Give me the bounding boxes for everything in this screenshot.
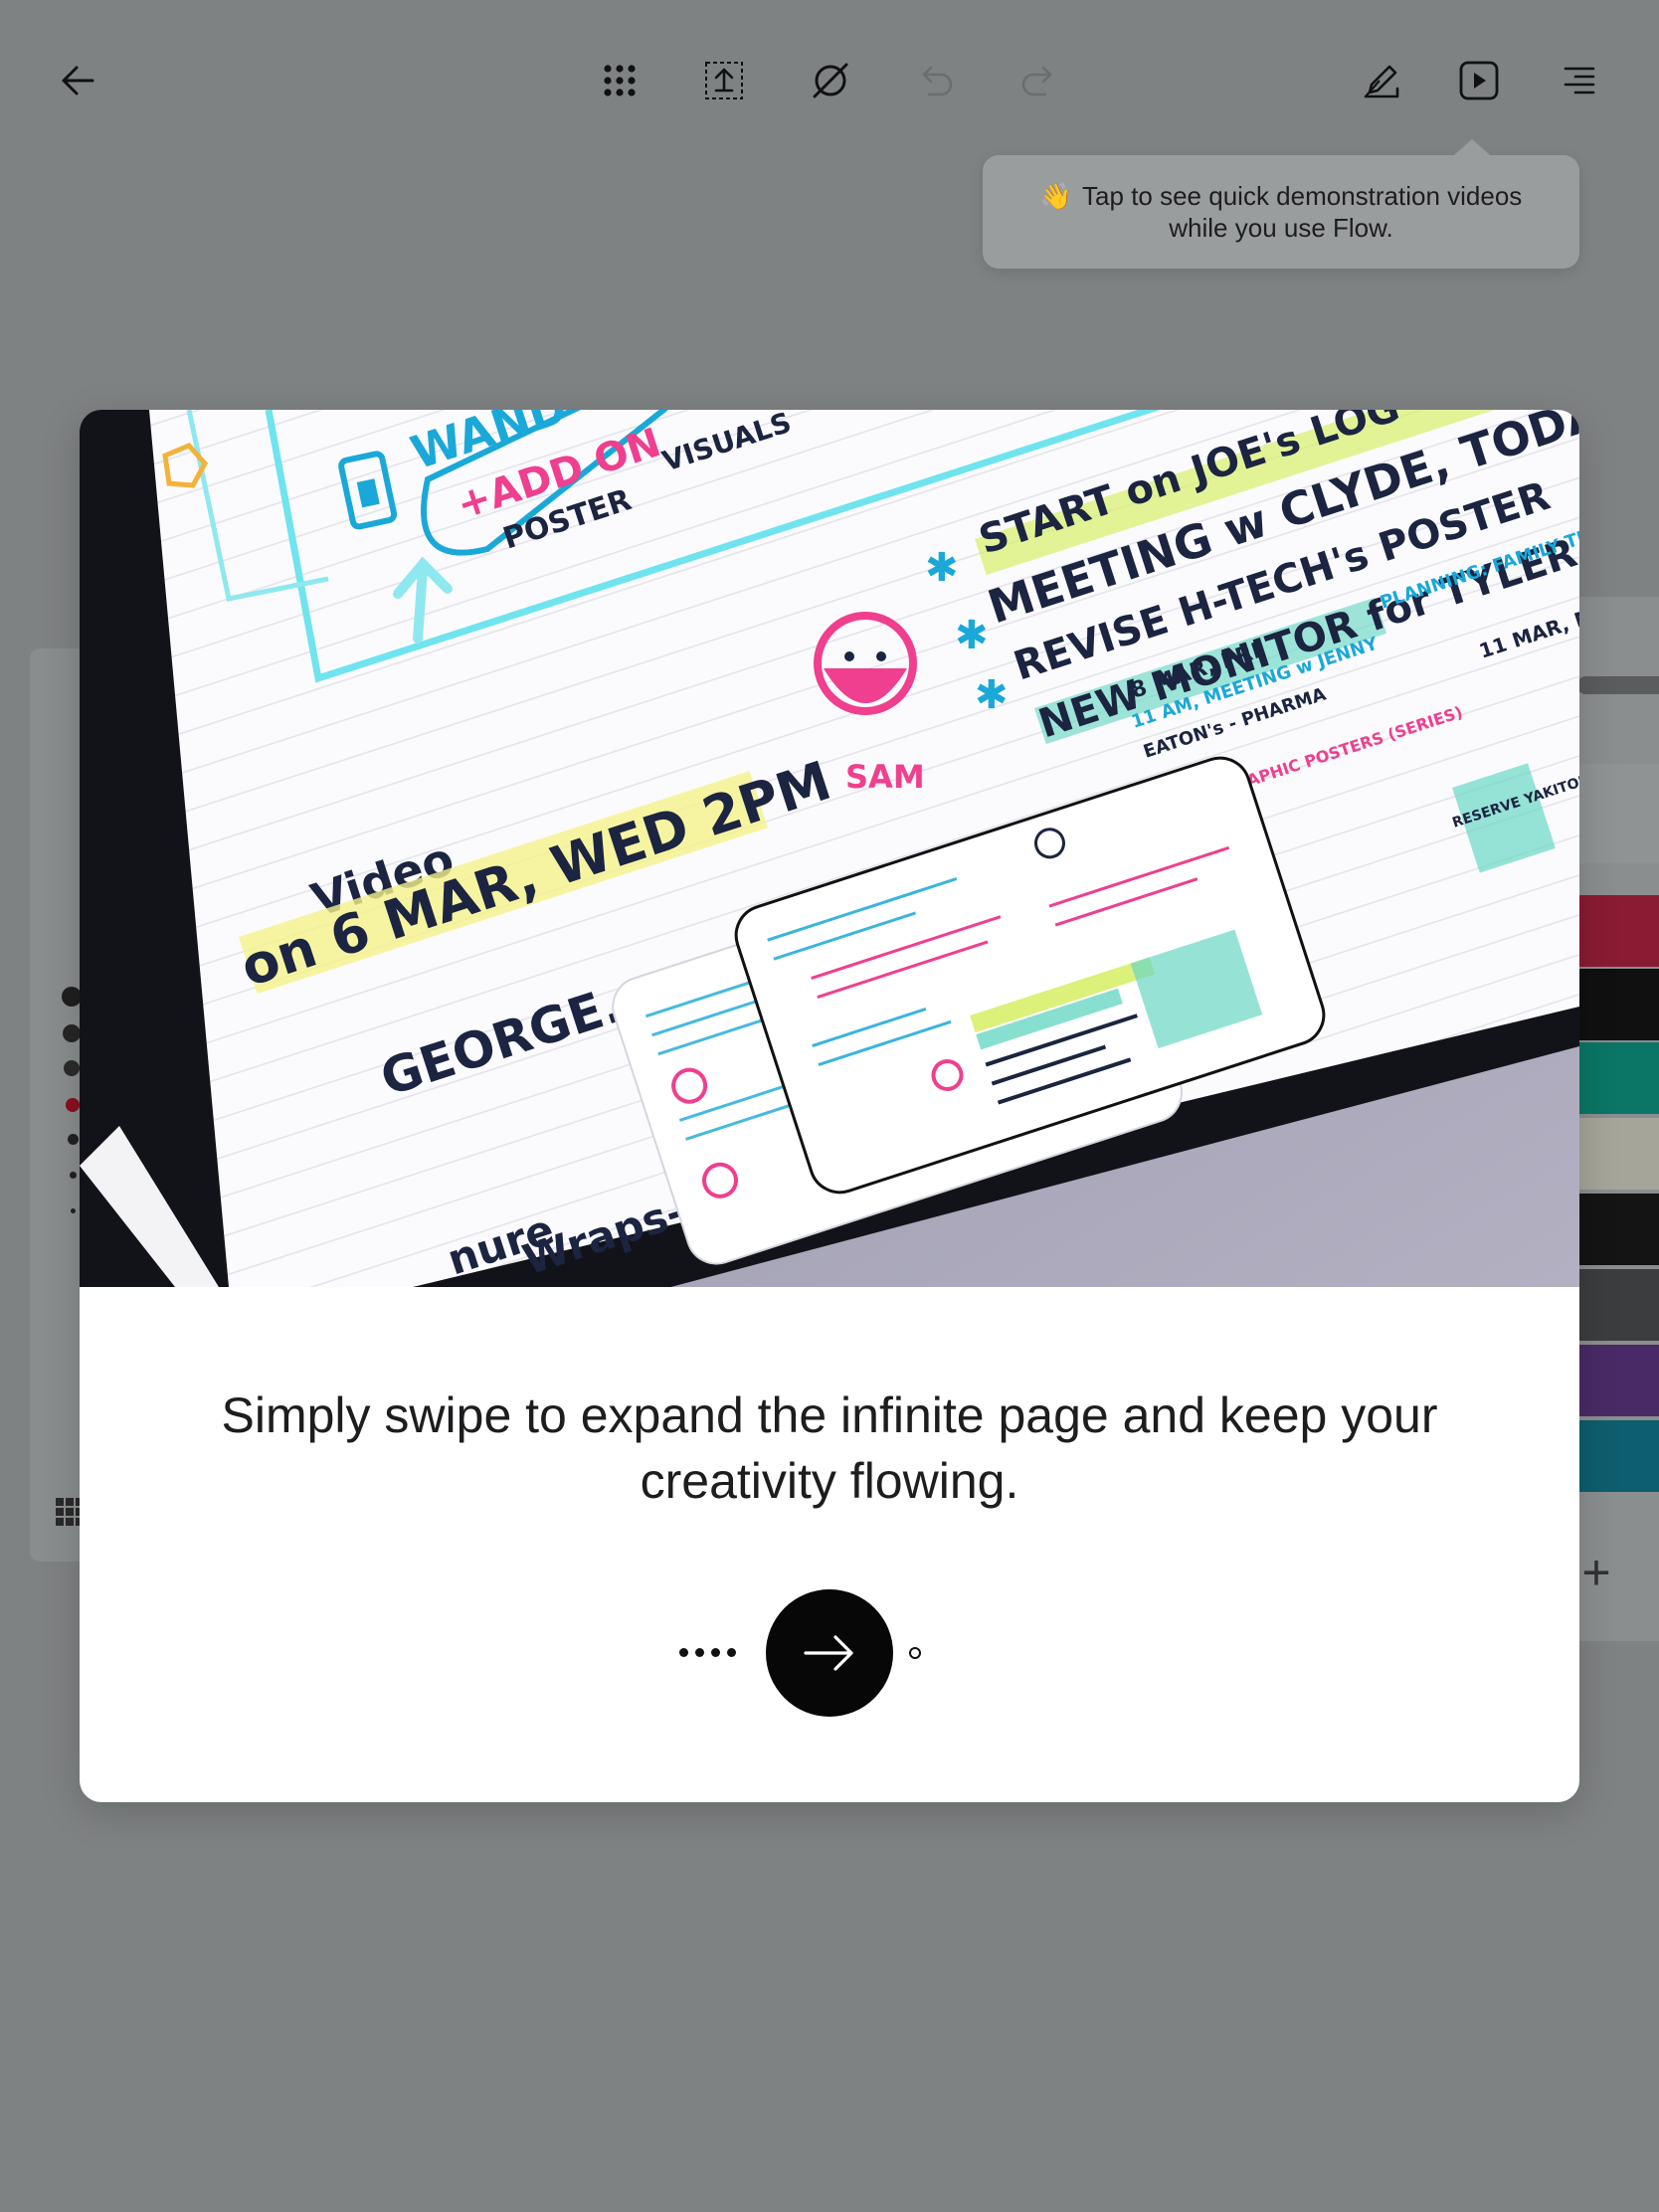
bg-swatch — [1577, 1269, 1659, 1341]
tooltip-line-2: while you use Flow. — [1169, 213, 1393, 243]
bg-swatch — [1577, 969, 1659, 1040]
svg-text:✱: ✱ — [925, 545, 959, 591]
bg-swatch — [1577, 1420, 1659, 1492]
redo-button[interactable] — [1009, 50, 1070, 111]
pages-grid-icon — [604, 65, 636, 96]
bg-palette-dot — [71, 1208, 76, 1213]
bg-palette-dot — [66, 1098, 80, 1112]
page-indicator-dot — [679, 1648, 688, 1657]
bg-swatch — [1577, 895, 1659, 967]
demo-videos-tooltip[interactable]: 👋 Tap to see quick demonstration videos … — [983, 139, 1579, 269]
bg-palette-dot — [68, 1134, 79, 1145]
top-toolbar — [0, 0, 1659, 159]
bg-swatch — [1577, 764, 1659, 863]
svg-text:✱: ✱ — [975, 672, 1009, 718]
tooltip-line-1: Tap to see quick demonstration videos — [1082, 181, 1523, 211]
play-video-icon — [1459, 61, 1499, 100]
page-indicator-dot — [727, 1648, 736, 1657]
pages-grid-button[interactable] — [589, 50, 650, 111]
bg-swatch — [1577, 676, 1659, 694]
bg-palette-dot — [62, 987, 82, 1007]
arrow-right-icon — [804, 1635, 853, 1671]
pen-edit-icon — [1364, 65, 1399, 98]
next-button[interactable] — [766, 1589, 893, 1717]
bg-swatch — [1577, 1345, 1659, 1416]
bg-palette-dot — [64, 1060, 80, 1076]
hero-text-sam: SAM — [845, 758, 925, 796]
back-button[interactable] — [48, 50, 109, 111]
ruler-off-icon — [813, 63, 848, 98]
undo-icon — [922, 66, 953, 96]
export-selection-icon — [705, 62, 743, 99]
pen-edit-button[interactable] — [1351, 50, 1412, 111]
undo-button[interactable] — [904, 50, 966, 111]
page-indicator-dot — [711, 1648, 720, 1657]
bg-swatch — [1577, 1042, 1659, 1114]
menu-icon — [1564, 67, 1595, 94]
page-indicator-dot — [695, 1648, 704, 1657]
back-arrow-icon — [62, 66, 94, 95]
video-demos-button[interactable] — [1448, 50, 1510, 111]
redo-icon — [1021, 66, 1052, 96]
bg-palette-dot — [70, 1172, 77, 1179]
onboarding-caption: Simply swipe to expand the infinite page… — [221, 1387, 1438, 1509]
svg-text:✱: ✱ — [955, 613, 989, 658]
ruler-toggle-button[interactable] — [800, 50, 861, 111]
bg-palette-dot — [63, 1024, 81, 1042]
bg-swatch — [1577, 1194, 1659, 1265]
waving-hand-emoji: 👋 — [1039, 181, 1073, 211]
menu-button[interactable] — [1549, 50, 1610, 111]
export-selection-button[interactable] — [693, 50, 755, 111]
onboarding-hero-illustration: WAND +ADD ON POSTER VISUALS START on JOE… — [80, 410, 1579, 1287]
onboarding-modal: WAND +ADD ON POSTER VISUALS START on JOE… — [80, 410, 1579, 1802]
page-indicator-dot-remaining — [909, 1647, 921, 1659]
bg-swatch — [1577, 1118, 1659, 1190]
